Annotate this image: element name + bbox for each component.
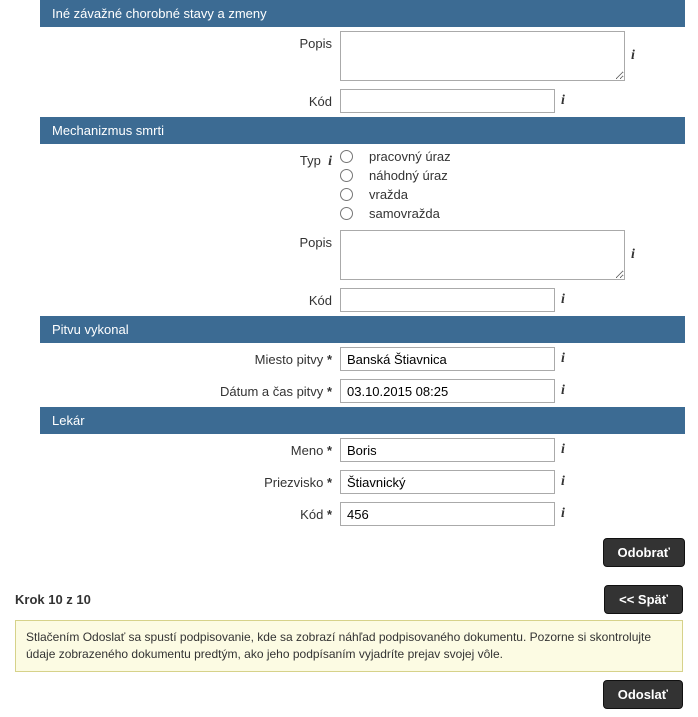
info-icon[interactable]: i [561, 93, 565, 109]
row-mech-popis: Popis i [40, 226, 685, 284]
odobrat-button[interactable]: Odobrať [603, 538, 685, 567]
info-icon[interactable]: i [328, 154, 332, 169]
info-icon[interactable]: i [561, 506, 565, 522]
radio-vrazda[interactable]: vražda [340, 186, 451, 203]
row-typ: Typ i pracovný úraz náhodný úraz vražd [40, 144, 685, 226]
required-star: * [327, 475, 332, 490]
info-icon[interactable]: i [631, 48, 635, 64]
label-priezvisko-text: Priezvisko [264, 475, 323, 490]
notice-box: Stlačením Odoslať sa spustí podpisovanie… [15, 620, 683, 672]
spat-button[interactable]: << Späť [604, 585, 683, 614]
label-mech-kod: Kód [40, 288, 340, 308]
datum-cas-pitvy-input[interactable] [340, 379, 555, 403]
row-meno: Meno * i [40, 434, 685, 466]
required-star: * [327, 443, 332, 458]
lekar-kod-input[interactable] [340, 502, 555, 526]
info-icon[interactable]: i [631, 247, 635, 263]
meno-input[interactable] [340, 438, 555, 462]
info-icon[interactable]: i [561, 351, 565, 367]
row-datum-cas-pitvy: Dátum a čas pitvy * i [40, 375, 685, 407]
section-header-ine: Iné závažné chorobné stavy a zmeny [40, 0, 685, 27]
mech-kod-input[interactable] [340, 288, 555, 312]
priezvisko-input[interactable] [340, 470, 555, 494]
radio-samovrazda-input[interactable] [340, 207, 353, 220]
row-mech-kod: Kód i [40, 284, 685, 316]
required-star: * [327, 384, 332, 399]
label-meno: Meno * [40, 438, 340, 458]
label-miesto-pitvy: Miesto pitvy * [40, 347, 340, 367]
step-indicator: Krok 10 z 10 [15, 592, 91, 607]
label-lekar-kod-text: Kód [300, 507, 323, 522]
required-star: * [327, 507, 332, 522]
radio-vrazda-label: vražda [369, 187, 408, 202]
row-lekar-kod: Kód * i [40, 498, 685, 530]
info-icon[interactable]: i [561, 474, 565, 490]
odoslat-button[interactable]: Odoslať [603, 680, 683, 709]
radio-pracovny-uraz[interactable]: pracovný úraz [340, 148, 451, 165]
radio-samovrazda-label: samovražda [369, 206, 440, 221]
radio-samovrazda[interactable]: samovražda [340, 205, 451, 222]
section-header-pitvu: Pitvu vykonal [40, 316, 685, 343]
radio-pracovny-uraz-label: pracovný úraz [369, 149, 451, 164]
row-ine-popis: Popis i [40, 27, 685, 85]
label-ine-popis: Popis [40, 31, 340, 51]
required-star: * [327, 352, 332, 367]
section-header-mechanizmus: Mechanizmus smrti [40, 117, 685, 144]
miesto-pitvy-input[interactable] [340, 347, 555, 371]
radio-nahodny-uraz-input[interactable] [340, 169, 353, 182]
info-icon[interactable]: i [561, 383, 565, 399]
row-miesto-pitvy: Miesto pitvy * i [40, 343, 685, 375]
radio-pracovny-uraz-input[interactable] [340, 150, 353, 163]
info-icon[interactable]: i [561, 442, 565, 458]
section-header-lekar: Lekár [40, 407, 685, 434]
label-datum-cas-pitvy: Dátum a čas pitvy * [40, 379, 340, 399]
radio-vrazda-input[interactable] [340, 188, 353, 201]
label-typ: Typ i [40, 148, 340, 170]
ine-kod-input[interactable] [340, 89, 555, 113]
info-icon[interactable]: i [561, 292, 565, 308]
label-priezvisko: Priezvisko * [40, 470, 340, 490]
label-mech-popis: Popis [40, 230, 340, 250]
ine-popis-textarea[interactable] [340, 31, 625, 81]
radio-nahodny-uraz[interactable]: náhodný úraz [340, 167, 451, 184]
label-miesto-pitvy-text: Miesto pitvy [255, 352, 324, 367]
mech-popis-textarea[interactable] [340, 230, 625, 280]
label-datum-cas-pitvy-text: Dátum a čas pitvy [220, 384, 323, 399]
radio-nahodny-uraz-label: náhodný úraz [369, 168, 448, 183]
label-ine-kod: Kód [40, 89, 340, 109]
label-typ-text: Typ [300, 153, 321, 168]
row-priezvisko: Priezvisko * i [40, 466, 685, 498]
label-meno-text: Meno [291, 443, 324, 458]
label-lekar-kod: Kód * [40, 502, 340, 522]
row-ine-kod: Kód i [40, 85, 685, 117]
typ-radio-group: pracovný úraz náhodný úraz vražda samovr… [340, 148, 451, 222]
